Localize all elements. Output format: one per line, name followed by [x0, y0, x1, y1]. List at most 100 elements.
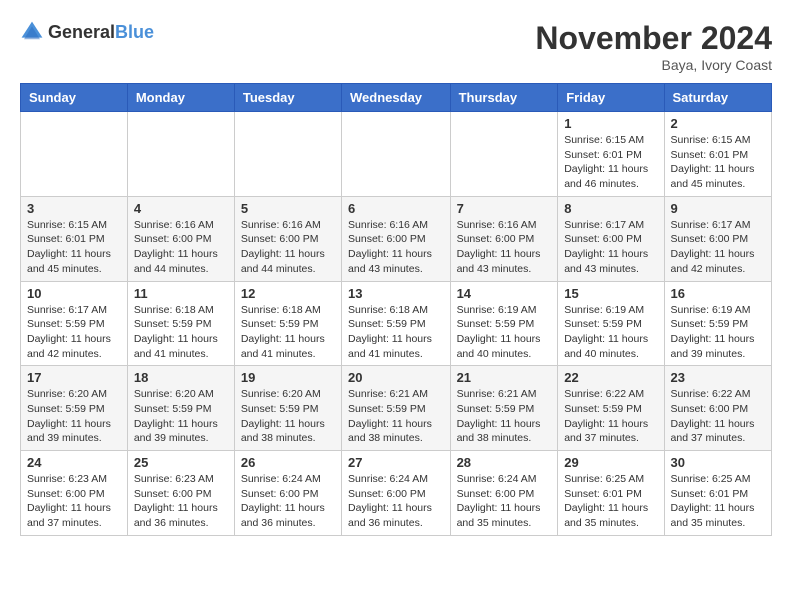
day-number: 6 [348, 201, 444, 216]
table-row: 20 Sunrise: 6:21 AM Sunset: 5:59 PM Dayli… [342, 366, 451, 451]
day-number: 29 [564, 455, 657, 470]
day-number: 4 [134, 201, 228, 216]
logo-text: GeneralBlue [48, 22, 154, 43]
day-number: 11 [134, 286, 228, 301]
table-row: 19Sunrise: 6:20 AM Sunset: 5:59 PM Dayli… [234, 366, 341, 451]
day-number: 13 [348, 286, 444, 301]
day-info: Sunrise: 6:18 AM Sunset: 5:59 PM Dayligh… [348, 303, 444, 362]
day-info: Sunrise: 6:18 AM Sunset: 5:59 PM Dayligh… [134, 303, 228, 362]
day-number: 28 [457, 455, 552, 470]
day-info: Sunrise: 6:17 AM Sunset: 6:00 PM Dayligh… [564, 218, 657, 277]
day-info: Sunrise: 6:16 AM Sunset: 6:00 PM Dayligh… [241, 218, 335, 277]
day-info: Sunrise: 6:24 AM Sunset: 6:00 PM Dayligh… [348, 472, 444, 531]
table-row: 7 Sunrise: 6:16 AM Sunset: 6:00 PM Daylig… [450, 196, 558, 281]
table-row: 28 Sunrise: 6:24 AM Sunset: 6:00 PM Dayli… [450, 451, 558, 536]
day-info: Sunrise: 6:18 AM Sunset: 5:59 PM Dayligh… [241, 303, 335, 362]
calendar-week-row: 10 Sunrise: 6:17 AM Sunset: 5:59 PM Dayli… [21, 281, 772, 366]
table-row: 29 Sunrise: 6:25 AM Sunset: 6:01 PM Dayli… [558, 451, 664, 536]
header-thursday: Thursday [450, 84, 558, 112]
header-friday: Friday [558, 84, 664, 112]
month-title: November 2024 [535, 20, 772, 57]
day-info: Sunrise: 6:24 AM Sunset: 6:00 PM Dayligh… [241, 472, 335, 531]
day-info: Sunrise: 6:15 AM Sunset: 6:01 PM Dayligh… [564, 133, 657, 192]
day-number: 2 [671, 116, 765, 131]
day-info: Sunrise: 6:22 AM Sunset: 5:59 PM Dayligh… [564, 387, 657, 446]
table-row: 16Sunrise: 6:19 AM Sunset: 5:59 PM Dayli… [664, 281, 771, 366]
day-number: 17 [27, 370, 121, 385]
day-number: 15 [564, 286, 657, 301]
calendar-week-row: 24 Sunrise: 6:23 AM Sunset: 6:00 PM Dayli… [21, 451, 772, 536]
logo-icon [20, 20, 44, 44]
day-info: Sunrise: 6:16 AM Sunset: 6:00 PM Dayligh… [348, 218, 444, 277]
day-info: Sunrise: 6:16 AM Sunset: 6:00 PM Dayligh… [134, 218, 228, 277]
day-number: 23 [671, 370, 765, 385]
day-number: 1 [564, 116, 657, 131]
logo-blue: Blue [115, 22, 154, 42]
day-number: 8 [564, 201, 657, 216]
day-number: 27 [348, 455, 444, 470]
table-row: 17 Sunrise: 6:20 AM Sunset: 5:59 PM Dayli… [21, 366, 128, 451]
day-info: Sunrise: 6:25 AM Sunset: 6:01 PM Dayligh… [671, 472, 765, 531]
table-row: 27 Sunrise: 6:24 AM Sunset: 6:00 PM Dayli… [342, 451, 451, 536]
header-sunday: Sunday [21, 84, 128, 112]
table-row: 14 Sunrise: 6:19 AM Sunset: 5:59 PM Dayli… [450, 281, 558, 366]
day-number: 26 [241, 455, 335, 470]
day-number: 10 [27, 286, 121, 301]
day-number: 18 [134, 370, 228, 385]
page-header: GeneralBlue November 2024 Baya, Ivory Co… [20, 20, 772, 73]
table-row: 5 Sunrise: 6:16 AM Sunset: 6:00 PM Daylig… [234, 196, 341, 281]
table-row [342, 112, 451, 197]
calendar-table: Sunday Monday Tuesday Wednesday Thursday… [20, 83, 772, 536]
table-row: 18 Sunrise: 6:20 AM Sunset: 5:59 PM Dayli… [127, 366, 234, 451]
header-saturday: Saturday [664, 84, 771, 112]
header-tuesday: Tuesday [234, 84, 341, 112]
day-info: Sunrise: 6:23 AM Sunset: 6:00 PM Dayligh… [134, 472, 228, 531]
table-row: 9 Sunrise: 6:17 AM Sunset: 6:00 PM Daylig… [664, 196, 771, 281]
day-info: Sunrise: 6:17 AM Sunset: 6:00 PM Dayligh… [671, 218, 765, 277]
day-info: Sunrise: 6:20 AM Sunset: 5:59 PM Dayligh… [134, 387, 228, 446]
table-row: 22Sunrise: 6:22 AM Sunset: 5:59 PM Dayli… [558, 366, 664, 451]
day-number: 30 [671, 455, 765, 470]
day-number: 5 [241, 201, 335, 216]
day-number: 20 [348, 370, 444, 385]
title-section: November 2024 Baya, Ivory Coast [535, 20, 772, 73]
day-number: 16 [671, 286, 765, 301]
day-number: 25 [134, 455, 228, 470]
table-row: 8 Sunrise: 6:17 AM Sunset: 6:00 PM Daylig… [558, 196, 664, 281]
day-info: Sunrise: 6:25 AM Sunset: 6:01 PM Dayligh… [564, 472, 657, 531]
table-row [450, 112, 558, 197]
day-info: Sunrise: 6:19 AM Sunset: 5:59 PM Dayligh… [564, 303, 657, 362]
day-number: 3 [27, 201, 121, 216]
day-info: Sunrise: 6:21 AM Sunset: 5:59 PM Dayligh… [457, 387, 552, 446]
logo: GeneralBlue [20, 20, 154, 44]
table-row: 13 Sunrise: 6:18 AM Sunset: 5:59 PM Dayli… [342, 281, 451, 366]
calendar-header-row: Sunday Monday Tuesday Wednesday Thursday… [21, 84, 772, 112]
day-number: 7 [457, 201, 552, 216]
location: Baya, Ivory Coast [535, 57, 772, 73]
logo-general: General [48, 22, 115, 42]
header-wednesday: Wednesday [342, 84, 451, 112]
day-info: Sunrise: 6:20 AM Sunset: 5:59 PM Dayligh… [241, 387, 335, 446]
day-info: Sunrise: 6:17 AM Sunset: 5:59 PM Dayligh… [27, 303, 121, 362]
day-info: Sunrise: 6:20 AM Sunset: 5:59 PM Dayligh… [27, 387, 121, 446]
calendar-week-row: 3Sunrise: 6:15 AM Sunset: 6:01 PM Daylig… [21, 196, 772, 281]
table-row: 12Sunrise: 6:18 AM Sunset: 5:59 PM Dayli… [234, 281, 341, 366]
header-monday: Monday [127, 84, 234, 112]
day-info: Sunrise: 6:24 AM Sunset: 6:00 PM Dayligh… [457, 472, 552, 531]
day-info: Sunrise: 6:21 AM Sunset: 5:59 PM Dayligh… [348, 387, 444, 446]
day-number: 9 [671, 201, 765, 216]
table-row: 3Sunrise: 6:15 AM Sunset: 6:01 PM Daylig… [21, 196, 128, 281]
table-row: 30 Sunrise: 6:25 AM Sunset: 6:01 PM Dayli… [664, 451, 771, 536]
table-row: 26 Sunrise: 6:24 AM Sunset: 6:00 PM Dayli… [234, 451, 341, 536]
day-info: Sunrise: 6:22 AM Sunset: 6:00 PM Dayligh… [671, 387, 765, 446]
day-info: Sunrise: 6:19 AM Sunset: 5:59 PM Dayligh… [457, 303, 552, 362]
day-info: Sunrise: 6:16 AM Sunset: 6:00 PM Dayligh… [457, 218, 552, 277]
day-number: 24 [27, 455, 121, 470]
day-info: Sunrise: 6:15 AM Sunset: 6:01 PM Dayligh… [671, 133, 765, 192]
table-row: 15 Sunrise: 6:19 AM Sunset: 5:59 PM Dayli… [558, 281, 664, 366]
table-row: 23 Sunrise: 6:22 AM Sunset: 6:00 PM Dayli… [664, 366, 771, 451]
table-row: 11 Sunrise: 6:18 AM Sunset: 5:59 PM Dayli… [127, 281, 234, 366]
day-number: 14 [457, 286, 552, 301]
calendar-week-row: 1 Sunrise: 6:15 AM Sunset: 6:01 PM Daylig… [21, 112, 772, 197]
table-row: 4 Sunrise: 6:16 AM Sunset: 6:00 PM Daylig… [127, 196, 234, 281]
